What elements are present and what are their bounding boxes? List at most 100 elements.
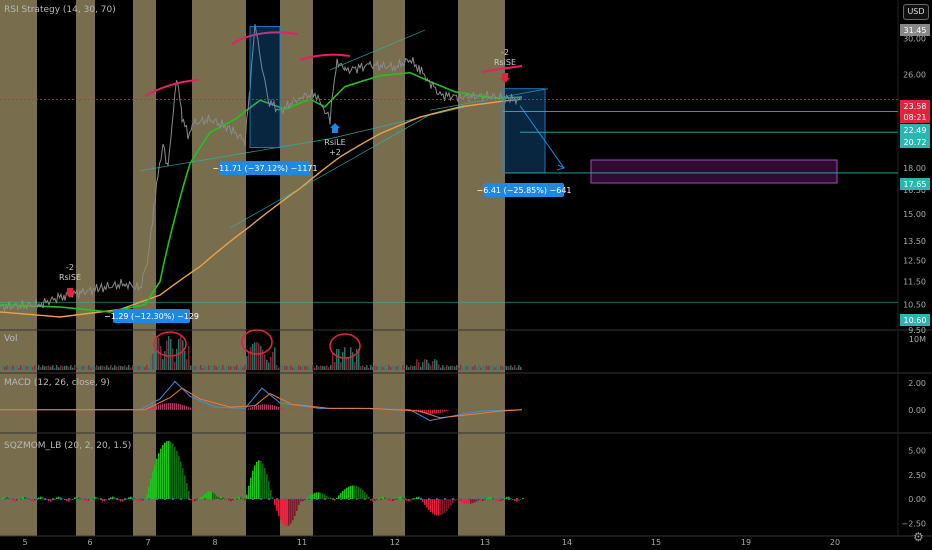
sqz-histogram-bar	[46, 499, 48, 500]
volume-bar	[472, 366, 474, 370]
volume-bar	[518, 365, 520, 370]
sqz-dot	[4, 498, 6, 501]
currency-badge[interactable]: USD	[903, 4, 929, 20]
volume-bar	[16, 365, 18, 370]
sqz-histogram-bar	[226, 499, 228, 501]
sqz-dot	[372, 498, 374, 501]
sqz-histogram-bar	[406, 499, 408, 501]
volume-bar	[234, 366, 236, 370]
volume-bar	[202, 367, 204, 370]
volume-bar	[104, 366, 106, 370]
sqz-dot	[164, 498, 166, 501]
macd-histogram-bar	[428, 409, 430, 414]
main-pane-title: RSI Strategy (14, 30, 70)	[4, 5, 116, 15]
sqz-histogram-bar	[378, 498, 380, 500]
x-tick-label: 20	[830, 538, 840, 547]
sqz-histogram-bar	[256, 461, 258, 500]
sqz-dot	[364, 498, 366, 501]
sqz-dot	[260, 498, 262, 501]
volume-bar	[280, 365, 282, 370]
volume-bar	[278, 367, 280, 370]
sqz-histogram-bar	[176, 450, 178, 500]
sqz-dot	[52, 498, 54, 501]
sqz-dot	[12, 498, 14, 501]
sqz-dot	[452, 498, 454, 501]
sqz-histogram-bar	[212, 492, 214, 500]
sqz-histogram-bar	[200, 497, 202, 500]
volume-bar	[110, 365, 112, 370]
sqz-histogram-bar	[410, 499, 412, 502]
macd-histogram-bar	[254, 406, 256, 410]
sqz-histogram-bar	[248, 485, 250, 500]
sqz-histogram-bar	[290, 499, 292, 524]
sqz-histogram-bar	[88, 499, 90, 501]
volume-bar	[142, 365, 144, 370]
volume-bar	[326, 365, 328, 370]
volume-bar	[206, 367, 208, 370]
sqz-histogram-bar	[384, 497, 386, 500]
volume-bar	[230, 365, 232, 370]
volume-bar	[508, 366, 510, 370]
volume-bar	[144, 367, 146, 370]
sqz-histogram-bar	[98, 498, 100, 500]
volume-bar	[18, 367, 20, 370]
volume-bar	[434, 359, 436, 370]
volume-bar	[228, 366, 230, 370]
volume-bar	[274, 347, 276, 370]
volume-bar	[196, 365, 198, 370]
sqz-histogram-bar	[502, 499, 504, 500]
sqz-histogram-bar	[216, 496, 218, 500]
volume-bar	[212, 365, 214, 370]
x-tick-label: 19	[741, 538, 751, 547]
macd-histogram-bar	[280, 407, 282, 410]
sqz-dot	[356, 498, 358, 501]
volume-bar	[264, 354, 266, 370]
sqz-histogram-bar	[348, 486, 350, 500]
sqz-histogram-bar	[322, 493, 324, 500]
volume-bar	[208, 365, 210, 370]
sqz-dot	[484, 498, 486, 501]
volume-bar	[210, 366, 212, 370]
macd-histogram-bar	[278, 406, 280, 410]
volume-bar	[516, 367, 518, 370]
volume-bar	[238, 367, 240, 370]
chart-canvas[interactable]: 56781112131415192030.0026.0022.0020.0018…	[0, 0, 932, 550]
volume-bar	[54, 367, 56, 370]
signal-label: RsiLE	[324, 138, 345, 147]
sqz-dot	[412, 498, 414, 501]
sqz-histogram-bar	[82, 499, 84, 501]
volume-bar	[318, 366, 320, 370]
volume-bar	[412, 366, 414, 370]
sqz-dot	[28, 498, 30, 501]
sqz-histogram-bar	[90, 498, 92, 500]
macd-histogram-bar	[276, 406, 278, 410]
sqz-dot	[300, 498, 302, 501]
volume-bar	[116, 366, 118, 370]
volume-bar	[44, 366, 46, 370]
volume-bar	[396, 365, 398, 370]
volume-bar	[340, 362, 342, 370]
volume-bar	[390, 367, 392, 370]
volume-bar	[190, 365, 192, 370]
sqz-histogram-bar	[270, 490, 272, 500]
sqz-histogram-bar	[40, 496, 42, 500]
volume-bar	[246, 356, 248, 370]
sqz-dot	[92, 498, 94, 501]
volume-bar	[128, 365, 130, 370]
sqz-histogram-bar	[62, 498, 64, 500]
gear-icon[interactable]: ⚙	[913, 530, 924, 544]
volume-bar	[446, 365, 448, 370]
sqz-histogram-bar	[214, 494, 216, 500]
sqz-histogram-bar	[152, 471, 154, 500]
volume-bar	[330, 365, 332, 370]
sqz-histogram-bar	[210, 491, 212, 500]
volume-bar	[448, 366, 450, 370]
sqz-dot	[148, 498, 150, 501]
macd-histogram-bar	[250, 407, 252, 410]
macd-histogram-bar	[264, 404, 266, 410]
sqz-histogram-bar	[110, 497, 112, 500]
volume-bar	[200, 365, 202, 370]
sqz-histogram-bar	[464, 499, 466, 504]
sqz-histogram-bar	[178, 455, 180, 500]
sqz-dot	[180, 498, 182, 501]
